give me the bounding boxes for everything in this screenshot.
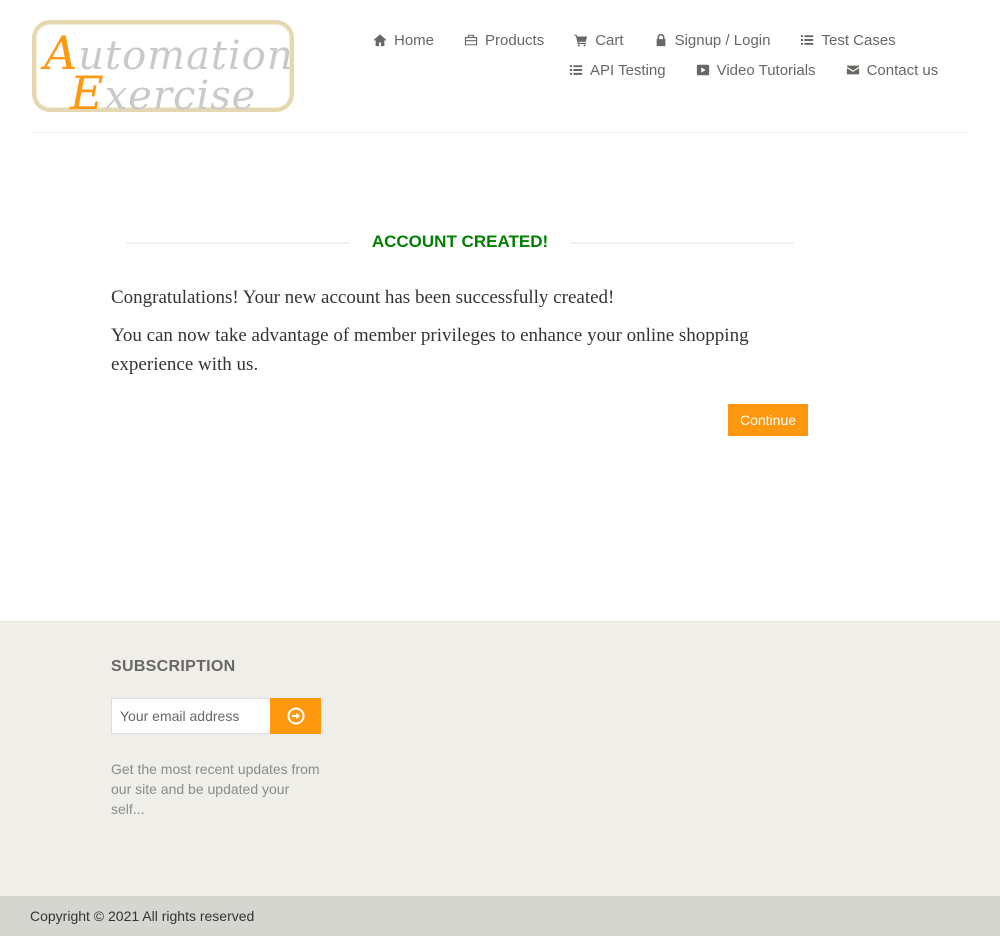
lock-icon: [656, 33, 665, 47]
copyright-text: Copyright © 2021 All rights reserved: [30, 908, 255, 924]
site-header: Automation Exercise Home Products Cart S…: [0, 0, 1000, 133]
nav-cart[interactable]: Cart: [574, 30, 624, 50]
subscribe-email-input[interactable]: [111, 698, 271, 734]
footer-subscription: SUBSCRIPTION Get the most recent updates…: [0, 621, 1000, 896]
main-nav-row-2: API Testing Video Tutorials Contact us: [569, 60, 968, 80]
nav-contact-us[interactable]: Contact us: [846, 60, 938, 80]
home-icon: [373, 34, 387, 47]
footer-bottom: Copyright © 2021 All rights reserved: [0, 896, 1000, 936]
privileges-message: You can now take advantage of member pri…: [111, 325, 749, 375]
nav-api-testing[interactable]: API Testing: [569, 60, 666, 80]
list-icon: [801, 35, 814, 45]
site-logo[interactable]: Automation Exercise: [32, 20, 294, 120]
briefcase-icon: [464, 34, 478, 46]
header-divider: [30, 132, 970, 133]
continue-button[interactable]: Continue: [728, 404, 808, 436]
subscribe-button[interactable]: [270, 698, 321, 734]
nav-test-cases[interactable]: Test Cases: [800, 30, 896, 50]
account-created-heading: ACCOUNT CREATED!: [126, 230, 794, 254]
congratulations-message: Congratulations! Your new account has be…: [111, 287, 615, 308]
title-rule-right: [570, 242, 794, 244]
main-nav-row-1: Home Products Cart Signup / Login Test C…: [373, 30, 926, 50]
envelope-icon: [846, 65, 859, 75]
nav-video-tutorials[interactable]: Video Tutorials: [696, 60, 816, 80]
nav-products[interactable]: Products: [464, 30, 544, 50]
arrow-circle-right-icon: [287, 707, 304, 725]
youtube-play-icon: [696, 64, 709, 76]
list-icon: [569, 65, 583, 75]
subscription-title: SUBSCRIPTION: [111, 658, 236, 675]
cart-icon: [574, 34, 588, 47]
subscription-description: Get the most recent updates from our sit…: [111, 761, 320, 817]
nav-home[interactable]: Home: [373, 30, 434, 50]
nav-signup-login[interactable]: Signup / Login: [654, 30, 770, 50]
